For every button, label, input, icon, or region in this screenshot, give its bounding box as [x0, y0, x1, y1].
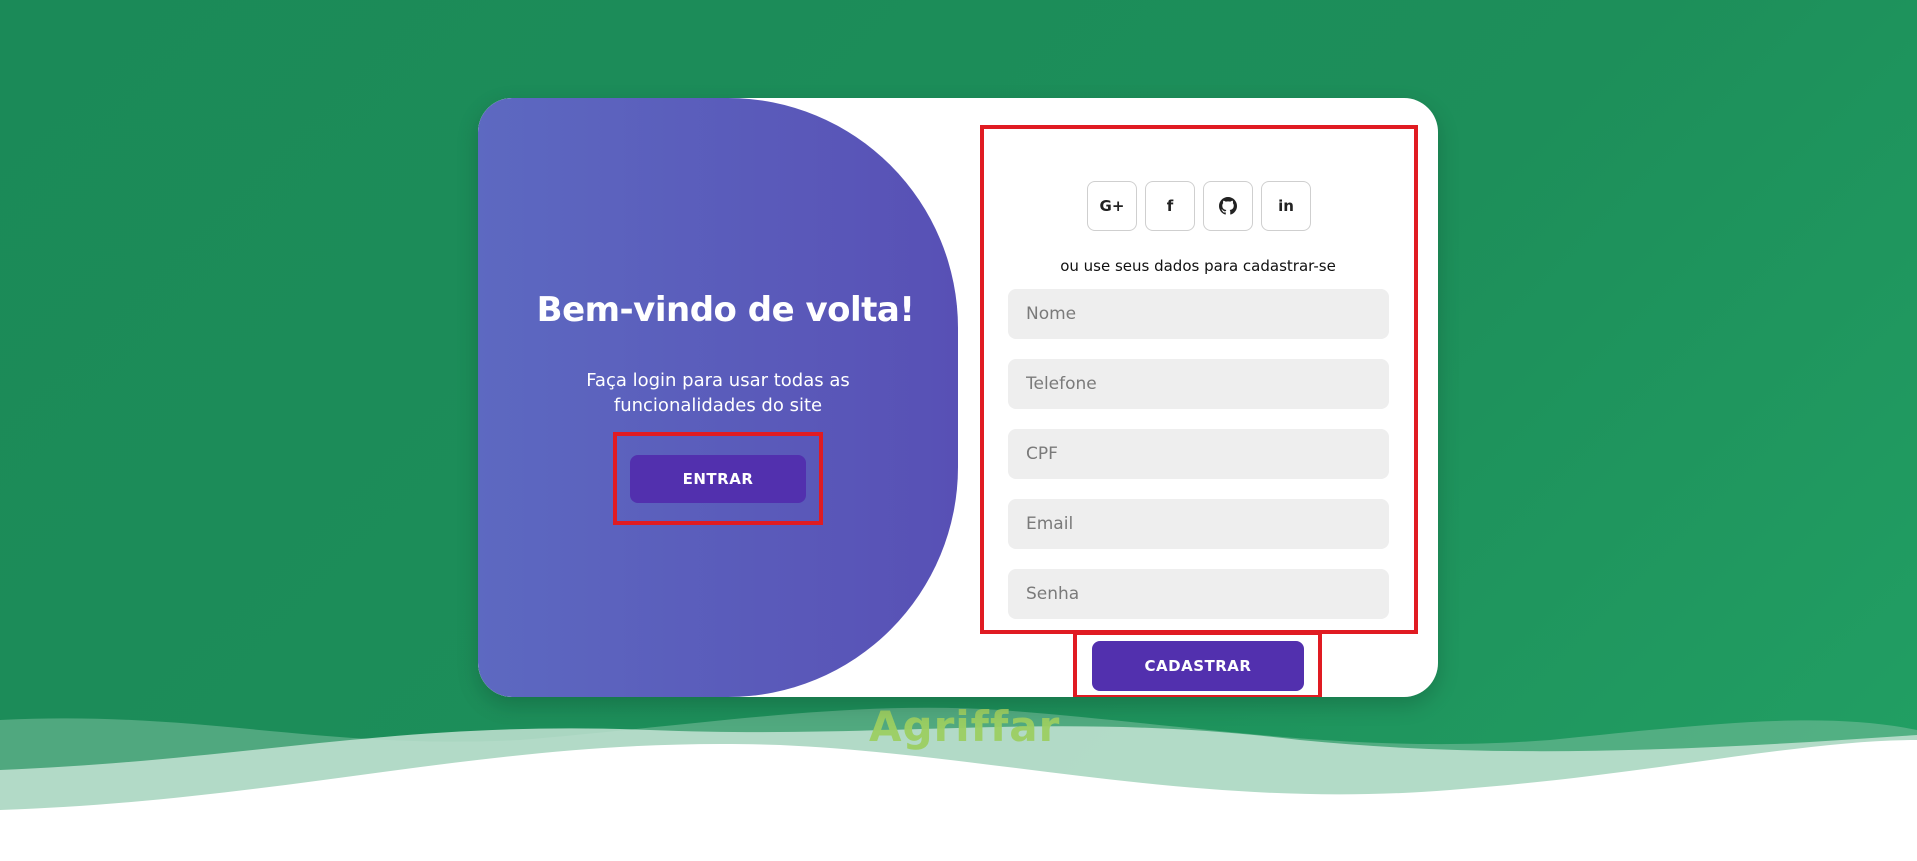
- brand-logo-text: Agriffar: [869, 702, 1061, 751]
- name-field[interactable]: [1008, 289, 1389, 339]
- welcome-panel: Bem-vindo de volta! Faça login para usar…: [478, 98, 958, 697]
- welcome-title: Bem-vindo de volta!: [536, 290, 915, 330]
- google-plus-icon: G+: [1099, 197, 1125, 215]
- social-login-row: G+ f in: [1087, 181, 1311, 231]
- github-icon: [1219, 197, 1237, 215]
- email-field[interactable]: [1008, 499, 1389, 549]
- facebook-button[interactable]: f: [1145, 181, 1195, 231]
- github-button[interactable]: [1203, 181, 1253, 231]
- linkedin-button[interactable]: in: [1261, 181, 1311, 231]
- linkedin-icon: in: [1278, 197, 1294, 215]
- login-button[interactable]: ENTRAR: [630, 455, 806, 503]
- register-divider-text: ou use seus dados para cadastrar-se: [1060, 257, 1336, 275]
- google-plus-button[interactable]: G+: [1087, 181, 1137, 231]
- cpf-field[interactable]: [1008, 429, 1389, 479]
- register-button[interactable]: CADASTRAR: [1092, 641, 1304, 691]
- facebook-icon: f: [1166, 197, 1174, 215]
- auth-card: Bem-vindo de volta! Faça login para usar…: [478, 98, 1438, 697]
- password-field[interactable]: [1008, 569, 1389, 619]
- welcome-description: Faça login para usar todas as funcionali…: [586, 370, 850, 416]
- phone-field[interactable]: [1008, 359, 1389, 409]
